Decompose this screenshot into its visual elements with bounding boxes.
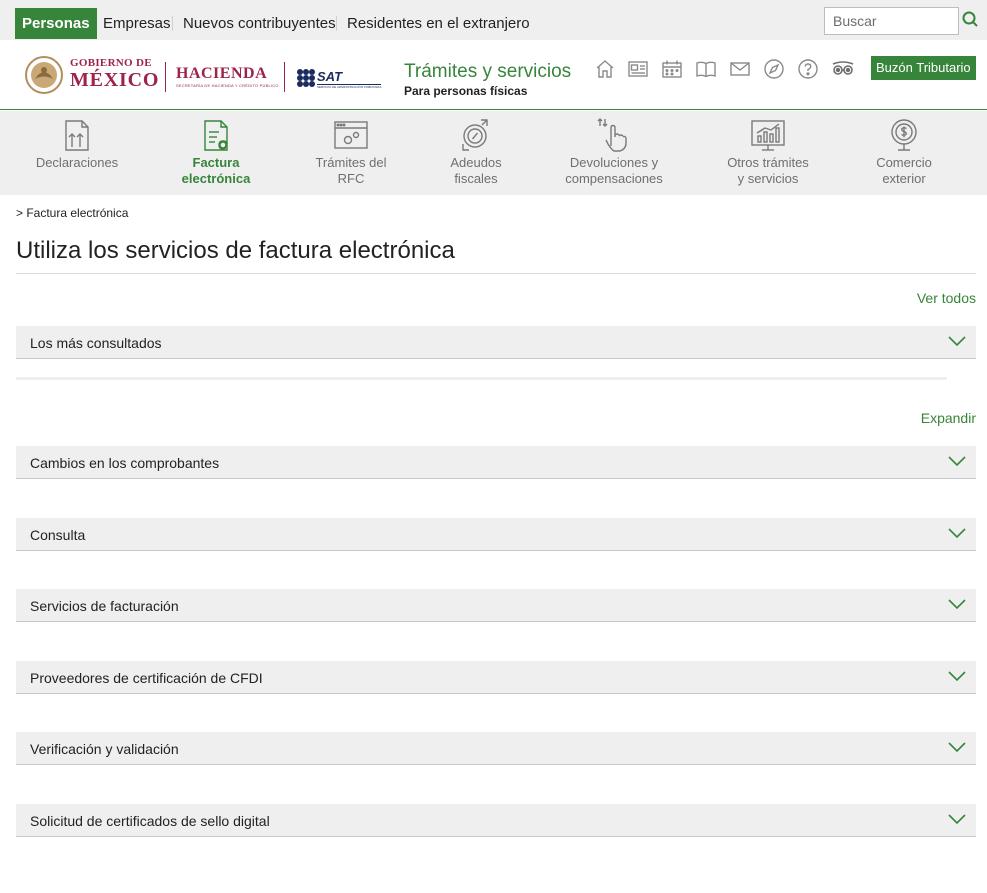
chevron-down-icon: [948, 528, 966, 539]
chevron-down-icon: [948, 671, 966, 682]
logo-divider: [284, 62, 285, 92]
category-factura-electronica[interactable]: Factura electrónica: [166, 111, 266, 195]
category-label: Adeudos: [450, 155, 502, 170]
category-label: Declaraciones: [35, 155, 119, 170]
sat-name: SAT: [317, 69, 343, 84]
otros-icon: [751, 120, 785, 151]
category-declaraciones[interactable]: Declaraciones: [27, 111, 127, 195]
news-icon[interactable]: [627, 58, 649, 80]
category-nav: Declaraciones Factura electrónica Trámite…: [0, 111, 987, 195]
audience-bar: Personas Empresas Nuevos contribuyentes …: [0, 0, 987, 40]
site-header: GOBIERNO DE MÉXICO HACIENDA SECRETARÍA D…: [0, 40, 987, 110]
category-label: Trámites del: [315, 155, 387, 170]
rfc-icon: [334, 121, 368, 149]
expandir-link[interactable]: Expandir: [921, 410, 976, 426]
category-label-2: exterior: [882, 171, 926, 186]
accordion-label: Solicitud de certificados de sello digit…: [30, 813, 270, 829]
accordion-los-mas-consultados[interactable]: Los más consultados: [16, 326, 976, 359]
breadcrumb[interactable]: > Factura electrónica: [16, 206, 128, 220]
mail-icon[interactable]: [729, 58, 751, 80]
category-label-2: fiscales: [454, 171, 498, 186]
hacienda-name: HACIENDA: [176, 65, 268, 82]
national-seal-icon: [25, 56, 63, 94]
tab-nuevos-contribuyentes[interactable]: Nuevos contribuyentes: [183, 8, 336, 39]
category-label-2: electrónica: [181, 171, 251, 186]
chevron-down-icon: [948, 599, 966, 610]
accordion-label: Consulta: [30, 527, 86, 543]
category-otros-tramites[interactable]: Otros trámites y servicios: [718, 111, 818, 195]
buzon-tributario-button[interactable]: Buzón Tributario: [871, 56, 976, 80]
gobierno-de-mexico-logo[interactable]: GOBIERNO DE MÉXICO: [24, 55, 158, 97]
accessibility-icon[interactable]: [831, 58, 854, 80]
category-label-2: y servicios: [737, 171, 799, 186]
accordion-servicios-facturacion[interactable]: Servicios de facturación: [16, 589, 976, 622]
header-subtitle: Para personas físicas: [404, 84, 528, 98]
chevron-down-icon: [948, 336, 966, 347]
category-label: Factura: [192, 155, 240, 170]
accordion-label: Los más consultados: [30, 335, 162, 351]
chevron-down-icon: [948, 814, 966, 825]
category-label: Otros trámites: [727, 155, 809, 170]
category-devoluciones[interactable]: Devoluciones y compensaciones: [558, 111, 670, 195]
tab-personas[interactable]: Personas: [15, 8, 97, 39]
category-tramites-rfc[interactable]: Trámites del RFC: [301, 111, 401, 195]
adeudos-icon: [462, 119, 488, 151]
gob-line1: GOBIERNO DE: [70, 57, 152, 69]
tab-divider: [172, 16, 173, 31]
chevron-down-icon: [948, 742, 966, 753]
header-title[interactable]: Trámites y servicios: [404, 62, 571, 81]
chevron-down-icon: [948, 456, 966, 467]
accordion-label: Verificación y validación: [30, 741, 179, 757]
category-label-2: RFC: [337, 171, 365, 186]
search-input[interactable]: [824, 7, 959, 35]
declaraciones-icon: [65, 120, 89, 151]
accordion-label: Proveedores de certificación de CFDI: [30, 670, 263, 686]
ver-todos-link[interactable]: Ver todos: [917, 290, 976, 306]
tab-residentes-extranjero[interactable]: Residentes en el extranjero: [347, 8, 530, 39]
accordion-label: Servicios de facturación: [30, 598, 179, 614]
factura-icon: [204, 120, 228, 151]
help-icon[interactable]: [797, 58, 819, 80]
accordion-certificados-sello[interactable]: Solicitud de certificados de sello digit…: [16, 804, 976, 837]
compass-icon[interactable]: [763, 58, 785, 80]
book-icon[interactable]: [695, 58, 717, 80]
section-divider: [16, 377, 947, 380]
hacienda-logo[interactable]: HACIENDA SECRETARÍA DE HACIENDA Y CRÉDIT…: [176, 66, 279, 88]
hacienda-subtitle: SECRETARÍA DE HACIENDA Y CRÉDITO PÚBLICO: [176, 83, 279, 88]
sat-subtitle: SERVICIO DE ADMINISTRACIÓN TRIBUTARIA: [317, 85, 382, 89]
gob-line2: MÉXICO: [70, 69, 160, 91]
devoluciones-icon: [597, 118, 627, 152]
category-comercio-exterior[interactable]: Comercio exterior: [854, 111, 954, 195]
accordion-label: Cambios en los comprobantes: [30, 455, 220, 471]
accordion-verificacion-validacion[interactable]: Verificación y validación: [16, 732, 976, 765]
category-label: Comercio: [876, 155, 932, 170]
home-icon[interactable]: [594, 58, 616, 80]
category-label-2: compensaciones: [565, 171, 663, 186]
tab-divider: [336, 16, 337, 31]
title-divider: [16, 273, 976, 274]
category-label: Devoluciones y: [569, 155, 659, 170]
sat-mark-icon: [297, 69, 315, 87]
comercio-icon: [891, 119, 917, 151]
page-title: Utiliza los servicios de factura electró…: [16, 237, 455, 264]
accordion-cambios-comprobantes[interactable]: Cambios en los comprobantes: [16, 446, 976, 479]
search-icon[interactable]: [961, 9, 979, 31]
calendar-icon[interactable]: [661, 58, 683, 80]
logo-divider: [165, 62, 166, 92]
accordion-consulta[interactable]: Consulta: [16, 518, 976, 551]
sat-logo[interactable]: SAT SERVICIO DE ADMINISTRACIÓN TRIBUTARI…: [296, 68, 384, 90]
tab-empresas[interactable]: Empresas: [103, 8, 171, 39]
category-adeudos-fiscales[interactable]: Adeudos fiscales: [426, 111, 526, 195]
accordion-proveedores-cfdi[interactable]: Proveedores de certificación de CFDI: [16, 661, 976, 694]
